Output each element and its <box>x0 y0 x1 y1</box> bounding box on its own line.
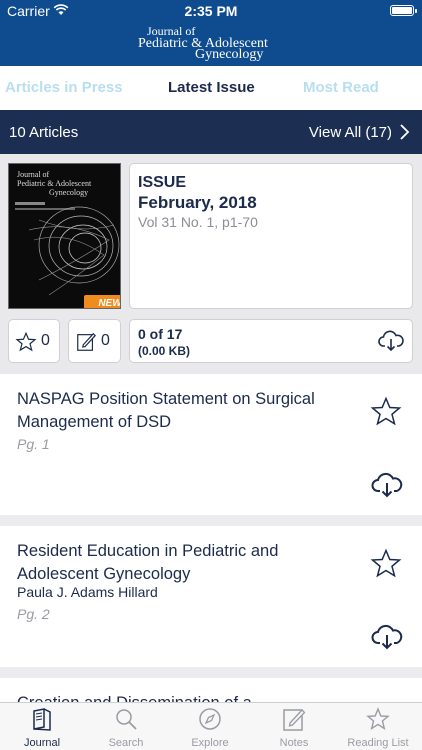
article-page: Pg. 2 <box>17 606 50 622</box>
article-title[interactable]: NASPAG Position Statement on Surgical Ma… <box>17 388 357 434</box>
tab-explore[interactable]: Explore <box>168 703 252 750</box>
article-page: Pg. 1 <box>17 436 50 452</box>
status-bar: Carrier 2:35 PM <box>0 0 422 22</box>
issue-notes-button[interactable]: 0 <box>68 319 121 363</box>
bookmarks-count: 0 <box>41 332 50 349</box>
tab-latest-issue[interactable]: Latest Issue <box>168 79 255 96</box>
notes-icon <box>283 709 306 731</box>
tab-journal[interactable]: Journal <box>0 703 84 750</box>
article-item[interactable]: NASPAG Position Statement on Surgical Ma… <box>0 374 422 515</box>
issue-bookmarks-button[interactable]: 0 <box>8 319 60 363</box>
download-size: (0.00 KB) <box>138 344 191 358</box>
divider <box>0 515 422 526</box>
issue-cover[interactable]: Journal of Pediatric & Adolescent Gyneco… <box>8 163 121 309</box>
cover-title-line-1: Journal of <box>17 170 50 179</box>
app-header: Carrier 2:35 PM Journal of Pediatric & A… <box>0 0 422 66</box>
logo-line-3: Gynecology <box>195 47 264 62</box>
cover-title-line-2: Pediatric & Adolescent <box>17 179 92 188</box>
tab-reading-list[interactable]: Reading List <box>336 703 420 750</box>
articles-bar: 10 Articles View All (17) <box>0 110 422 154</box>
issue-card[interactable]: ISSUE February, 2018 Vol 31 No. 1, p1-70 <box>129 163 413 309</box>
tab-articles-in-press[interactable]: Articles in Press <box>5 79 123 96</box>
note-edit-icon <box>77 332 96 351</box>
cover-title-line-3: Gynecology <box>49 188 89 197</box>
issue-volume: Vol 31 No. 1, p1-70 <box>138 214 258 230</box>
journal-logo: Journal of Pediatric & Adolescent Gyneco… <box>135 24 295 62</box>
download-progress: 0 of 17 <box>138 326 183 342</box>
search-icon <box>116 709 137 730</box>
issue-date: February, 2018 <box>138 193 257 212</box>
tab-label: Notes <box>279 737 309 749</box>
notes-count: 0 <box>101 332 110 349</box>
star-icon <box>366 707 390 731</box>
tab-label: Search <box>108 737 144 749</box>
tab-notes[interactable]: Notes <box>252 703 336 750</box>
articles-count: 10 Articles <box>9 124 79 141</box>
status-time: 2:35 PM <box>184 3 238 19</box>
star-icon <box>15 331 37 352</box>
tab-label: Journal <box>23 737 61 749</box>
battery-icon <box>390 5 417 16</box>
tab-most-read[interactable]: Most Read <box>303 79 379 96</box>
bottom-tab-bar: Journal Search Explore Notes Reading Lis… <box>0 702 422 750</box>
journal-icon <box>33 708 51 731</box>
tab-label: Explore <box>191 737 229 749</box>
article-title[interactable]: Resident Education in Pediatric and Adol… <box>17 540 357 586</box>
star-icon[interactable] <box>370 548 402 580</box>
cover-artwork <box>15 202 120 296</box>
article-author: Paula J. Adams Hillard <box>17 584 158 600</box>
issue-panel: Journal of Pediatric & Adolescent Gyneco… <box>0 154 422 374</box>
tab-search[interactable]: Search <box>84 703 168 750</box>
tab-label: Reading List <box>347 737 409 749</box>
view-all-link[interactable]: View All (17) <box>309 124 392 141</box>
cloud-download-icon[interactable] <box>378 330 404 352</box>
issue-tabs: Articles in Press Latest Issue Most Read <box>0 66 422 110</box>
article-item[interactable]: Resident Education in Pediatric and Adol… <box>0 526 422 667</box>
divider <box>0 667 422 678</box>
new-badge: NEW <box>84 295 120 308</box>
star-icon[interactable] <box>370 396 402 428</box>
issue-label: ISSUE <box>138 174 187 191</box>
chevron-right-icon[interactable] <box>398 124 410 140</box>
article-item[interactable]: Creation and Dissemination of a <box>0 678 422 703</box>
compass-icon <box>199 708 221 730</box>
issue-download-box[interactable]: 0 of 17 (0.00 KB) <box>129 319 413 363</box>
cloud-download-icon[interactable] <box>371 624 403 650</box>
cloud-download-icon[interactable] <box>371 472 403 498</box>
